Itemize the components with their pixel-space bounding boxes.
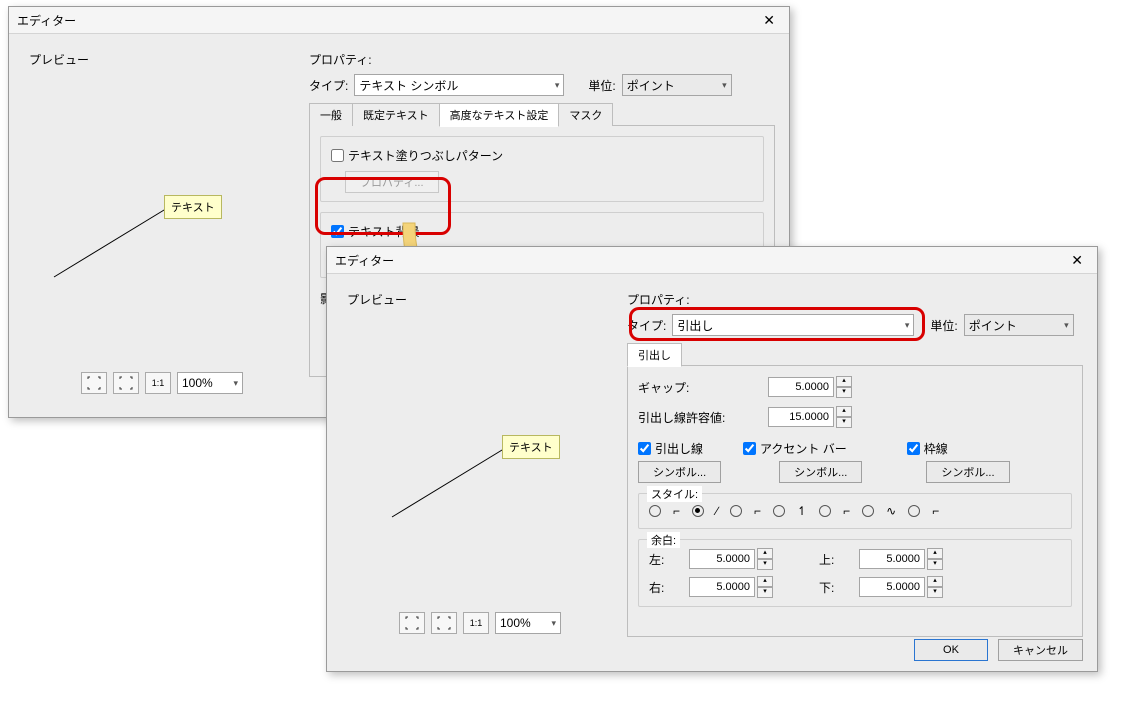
preview-text-bubble-1: テキスト [164, 195, 222, 219]
type-label-1: タイプ: [309, 77, 348, 94]
preview-label-1: プレビュー [29, 51, 89, 68]
style-option-3[interactable] [730, 505, 742, 517]
accent-symbol-button[interactable]: シンボル... [779, 461, 862, 483]
gap-label: ギャップ: [638, 379, 748, 396]
tab-general[interactable]: 一般 [309, 103, 353, 126]
margins-group-label: 余白: [647, 532, 680, 548]
title-text-1: エディター [17, 12, 76, 29]
fill-pattern-properties-button: プロパティ... [345, 171, 439, 193]
type-label-2: タイプ: [627, 317, 666, 334]
cancel-button[interactable]: キャンセル [998, 639, 1083, 661]
style-glyph-1: ⌐ [673, 504, 680, 518]
zoom-1to1-button[interactable]: 1:1 [145, 372, 171, 394]
tabstrip-1: 一般 既定テキスト 高度なテキスト設定 マスク [309, 104, 775, 126]
titlebar-2: エディター ✕ [327, 247, 1097, 274]
style-glyph-3: ⌐ [754, 504, 761, 518]
zoom-select-2[interactable]: 100%▾ [495, 612, 561, 634]
leader-symbol-button[interactable]: シンボル... [638, 461, 721, 483]
style-group-label: スタイル: [647, 486, 702, 502]
style-glyph-2: ∕ [716, 504, 718, 518]
style-glyph-5: ⌐ [843, 504, 850, 518]
margin-bottom-spinner[interactable]: ▴▾ [859, 576, 943, 598]
tolerance-spinner[interactable]: ▴▾ [768, 406, 852, 428]
border-symbol-button[interactable]: シンボル... [926, 461, 1009, 483]
unit-label-2: 単位: [930, 317, 957, 334]
style-option-7[interactable] [908, 505, 920, 517]
editor-dialog-2: エディター ✕ プレビュー テキスト 1:1 100%▾ プロパティ: タイプ:… [326, 246, 1098, 672]
style-option-6[interactable] [862, 505, 874, 517]
zoom-fit-icon[interactable] [399, 612, 425, 634]
unit-label-1: 単位: [588, 77, 615, 94]
zoom-controls-1: 1:1 100%▾ [81, 372, 243, 394]
margin-bottom-label: 下: [819, 579, 843, 596]
zoom-full-icon[interactable] [113, 372, 139, 394]
unit-select-1[interactable]: ポイント▾ [622, 74, 732, 96]
titlebar-1: エディター ✕ [9, 7, 789, 34]
margin-right-spinner[interactable]: ▴▾ [689, 576, 773, 598]
margin-left-label: 左: [649, 551, 673, 568]
text-background-checkbox[interactable]: テキスト背景 [331, 223, 420, 240]
tab-default-text[interactable]: 既定テキスト [352, 103, 440, 126]
preview-area-1: テキスト [29, 67, 289, 367]
style-radios: ⌐ ∕ ⌐ ↿ ⌐ ∿ ⌐ [647, 500, 1063, 522]
style-glyph-6: ∿ [886, 504, 896, 518]
zoom-select-1[interactable]: 100%▾ [177, 372, 243, 394]
zoom-1to1-button[interactable]: 1:1 [463, 612, 489, 634]
preview-label-2: プレビュー [347, 291, 407, 308]
title-text-2: エディター [335, 252, 394, 269]
close-icon[interactable]: ✕ [1065, 252, 1089, 269]
tab-mask[interactable]: マスク [558, 103, 613, 126]
type-select-2[interactable]: 引出し▾ [672, 314, 914, 336]
accent-checkbox[interactable]: アクセント バー [743, 440, 847, 457]
tolerance-label: 引出し線許容値: [638, 409, 748, 426]
style-option-1[interactable] [649, 505, 661, 517]
close-icon[interactable]: ✕ [757, 12, 781, 29]
style-glyph-7: ⌐ [932, 504, 939, 518]
style-option-2[interactable] [692, 505, 704, 517]
property-label-2: プロパティ: [627, 291, 690, 308]
style-option-5[interactable] [819, 505, 831, 517]
ok-button[interactable]: OK [914, 639, 988, 661]
border-checkbox[interactable]: 枠線 [907, 440, 948, 457]
gap-spinner[interactable]: ▴▾ [768, 376, 852, 398]
preview-area-2: テキスト [347, 307, 607, 607]
tabstrip-2: 引出し [627, 344, 1083, 366]
tab-callout[interactable]: 引出し [627, 343, 682, 367]
tab-advanced-text[interactable]: 高度なテキスト設定 [439, 103, 560, 127]
zoom-controls-2: 1:1 100%▾ [399, 612, 561, 634]
margin-right-label: 右: [649, 579, 673, 596]
zoom-full-icon[interactable] [431, 612, 457, 634]
margin-top-spinner[interactable]: ▴▾ [859, 548, 943, 570]
preview-text-bubble-2: テキスト [502, 435, 560, 459]
margin-top-label: 上: [819, 551, 843, 568]
zoom-fit-icon[interactable] [81, 372, 107, 394]
unit-select-2[interactable]: ポイント▾ [964, 314, 1074, 336]
leader-checkbox[interactable]: 引出し線 [638, 440, 703, 457]
style-glyph-4: ↿ [797, 504, 807, 518]
fill-pattern-checkbox[interactable]: テキスト塗りつぶしパターン [331, 147, 503, 164]
margin-left-spinner[interactable]: ▴▾ [689, 548, 773, 570]
style-option-4[interactable] [773, 505, 785, 517]
type-select-1[interactable]: テキスト シンボル▾ [354, 74, 564, 96]
property-label-1: プロパティ: [309, 51, 372, 68]
